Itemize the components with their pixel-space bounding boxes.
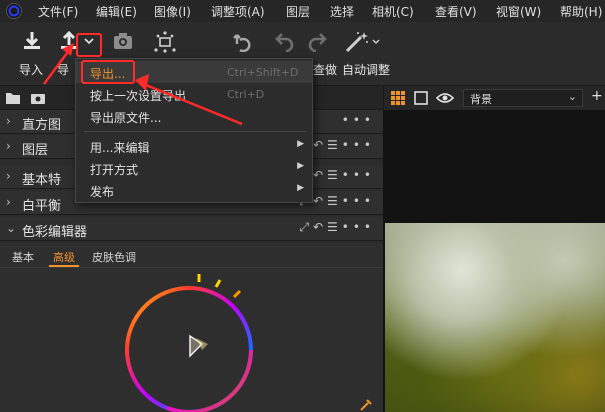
annotation-box-dropdown [76,33,102,57]
background-select-value: 背景 [470,93,492,106]
menu-image[interactable]: 图像(I) [154,3,191,20]
undo-icon [275,33,294,52]
grid-view-icon[interactable] [391,91,405,105]
menu-select[interactable]: 选择 [330,3,354,20]
auto-adjust-label: 自动调整 [342,63,391,77]
menu-item-export-last[interactable]: 按上一次设置导出 Ctrl+D [76,83,312,105]
menu-item-publish[interactable]: 发布 ▶ [76,179,312,201]
redo-button[interactable] [306,30,328,52]
viewer-toolbar: 背景 ⌄ + [383,86,605,110]
menu-item-edit-with[interactable]: 用...来编辑 ▶ [76,135,312,157]
chevron-right-icon: › [6,114,11,128]
chevron-right-icon: › [6,139,11,153]
panel-color-editor[interactable]: ⌄ 色彩编辑器 ⤢↶☰••• [0,217,383,241]
camera-tab-icon[interactable] [30,91,46,105]
single-view-icon[interactable] [414,91,428,105]
menu-item-edit-with-label: 用...来编辑 [90,141,150,155]
import-icon [24,32,40,49]
tab-skin-tone[interactable]: 皮肤色调 [92,249,136,265]
menu-help[interactable]: 帮助(H) [560,3,602,20]
import-label: 导入 [19,63,44,77]
folder-icon[interactable] [5,91,21,105]
menu-window[interactable]: 视窗(W) [496,3,541,20]
app-logo-icon [6,3,22,19]
menu-item-export-last-label: 按上一次设置导出 [90,89,187,103]
photo-preview [385,223,605,412]
import-button[interactable] [21,30,43,52]
menu-item-export-last-shortcut: Ctrl+D [227,88,265,101]
submenu-arrow-icon: ▶ [297,139,304,149]
panel-histogram-title: 直方图 [22,118,62,133]
reset-button[interactable] [231,30,253,52]
menu-item-export-original-label: 导出原文件... [90,111,162,125]
more-icon[interactable]: ••• [342,113,375,127]
menu-adjust[interactable]: 调整项(A) [211,3,265,20]
tether-icon [154,31,176,53]
submenu-arrow-icon: ▶ [297,161,304,171]
menu-item-export-original[interactable]: 导出原文件... [76,105,312,127]
panel-layers-title: 图层 [22,143,49,158]
undo-button[interactable] [274,30,296,52]
panel-actions-icon[interactable]: ⤢↶☰••• [299,220,375,235]
camera-button[interactable] [112,30,134,52]
menu-item-open-with[interactable]: 打开方式 ▶ [76,157,312,179]
eyedropper-icon[interactable] [359,398,373,412]
auto-adjust-button[interactable] [344,30,384,54]
panel-white-balance-title: 白平衡 [22,199,62,214]
menu-file[interactable]: 文件(F) [38,3,78,20]
menu-item-publish-label: 发布 [90,185,115,199]
menu-separator [84,131,306,132]
menu-view[interactable]: 查看(V) [435,3,477,20]
partial-label: 查做 [313,63,338,77]
background-select[interactable]: 背景 ⌄ [463,89,583,107]
color-wheel[interactable] [122,268,262,412]
redo-icon [308,33,327,52]
menu-edit[interactable]: 编辑(E) [96,3,137,20]
chevron-down-icon: ⌄ [567,90,577,103]
chevron-down-icon: ⌄ [6,221,17,235]
chevron-right-icon: › [6,169,11,183]
camera-icon [114,33,132,49]
magic-wand-icon [345,32,380,53]
reset-icon [233,34,251,52]
tether-button[interactable] [153,30,177,54]
menu-item-export-shortcut: Ctrl+Shift+D [227,66,299,79]
menubar: 文件(F) 编辑(E) 图像(I) 调整项(A) 图层 选择 相机(C) 查看(… [0,0,605,22]
menu-layers[interactable]: 图层 [286,3,310,20]
annotation-box-export [81,60,135,84]
color-editor-body: 基本 高级 皮肤色调 [0,243,383,412]
tab-advanced[interactable]: 高级 [53,249,75,265]
menu-item-open-with-label: 打开方式 [90,163,139,177]
panel-basic-title: 基本特 [22,173,62,188]
add-icon[interactable]: + [591,88,603,104]
chevron-right-icon: › [6,195,11,209]
export-label: 导 [57,63,70,77]
image-viewer[interactable] [383,110,605,412]
eye-icon[interactable] [436,91,454,105]
tab-basic[interactable]: 基本 [12,249,34,265]
menu-camera[interactable]: 相机(C) [372,3,414,20]
submenu-arrow-icon: ▶ [297,183,304,193]
panel-color-editor-title: 色彩编辑器 [22,225,88,240]
